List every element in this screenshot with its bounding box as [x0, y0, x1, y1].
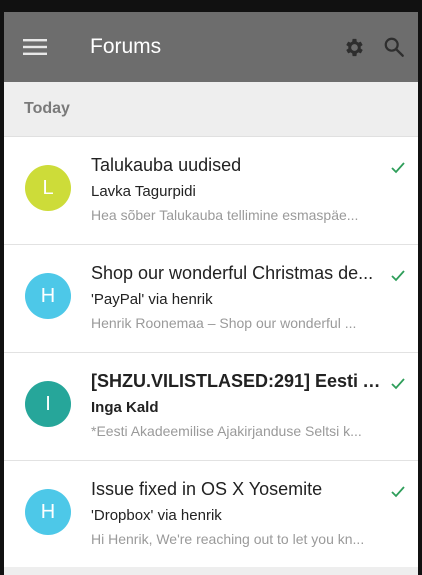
- avatar: H: [25, 273, 71, 319]
- thread-sender: Inga Kald: [91, 399, 159, 416]
- thread-list: L Talukauba uudised Lavka Tagurpidi Hea …: [4, 137, 418, 569]
- thread-subject: Issue fixed in OS X Yosemite: [91, 479, 323, 499]
- thread-row[interactable]: L Talukauba uudised Lavka Tagurpidi Hea …: [4, 137, 418, 245]
- check-icon: [391, 378, 405, 390]
- menu-button[interactable]: [4, 12, 66, 82]
- app-bar: Forums: [4, 12, 418, 82]
- thread-subject: [SHZU.VILISTLASED:291] Eesti A...: [91, 371, 381, 391]
- menu-icon: [23, 39, 47, 55]
- gear-icon: [345, 38, 363, 56]
- check-icon: [391, 486, 405, 498]
- thread-subject: Shop our wonderful Christmas de...: [91, 263, 374, 283]
- thread-sender: 'PayPal' via henrik: [91, 291, 213, 308]
- thread-row[interactable]: I [SHZU.VILISTLASED:291] Eesti A... Inga…: [4, 353, 418, 461]
- thread-row[interactable]: H Issue fixed in OS X Yosemite 'Dropbox'…: [4, 461, 418, 569]
- thread-sender: 'Dropbox' via henrik: [91, 507, 222, 524]
- settings-button[interactable]: [334, 12, 374, 82]
- app-title: Forums: [90, 35, 162, 58]
- section-header-today: Today: [4, 82, 418, 137]
- check-icon: [391, 270, 405, 282]
- status-bar: [4, 0, 418, 12]
- bottom-strip: [4, 567, 418, 575]
- thread-sender: Lavka Tagurpidi: [91, 183, 196, 200]
- avatar: L: [25, 165, 71, 211]
- avatar: I: [25, 381, 71, 427]
- search-icon: [384, 37, 404, 57]
- app-window: Forums Today L Talukauba uudised Lavka T…: [0, 0, 422, 575]
- thread-snippet: Henrik Roonemaa – Shop our wonderful ...: [91, 315, 357, 331]
- thread-snippet: Hi Henrik, We're reaching out to let you…: [91, 531, 365, 547]
- thread-subject: Talukauba uudised: [91, 155, 242, 175]
- avatar: H: [25, 489, 71, 535]
- thread-snippet: Hea sõber Talukauba tellimine esmaspäe..…: [91, 207, 359, 223]
- thread-snippet: *Eesti Akadeemilise Ajakirjanduse Seltsi…: [91, 423, 362, 439]
- thread-row[interactable]: H Shop our wonderful Christmas de... 'Pa…: [4, 245, 418, 353]
- check-icon: [391, 162, 405, 174]
- search-button[interactable]: [374, 12, 414, 82]
